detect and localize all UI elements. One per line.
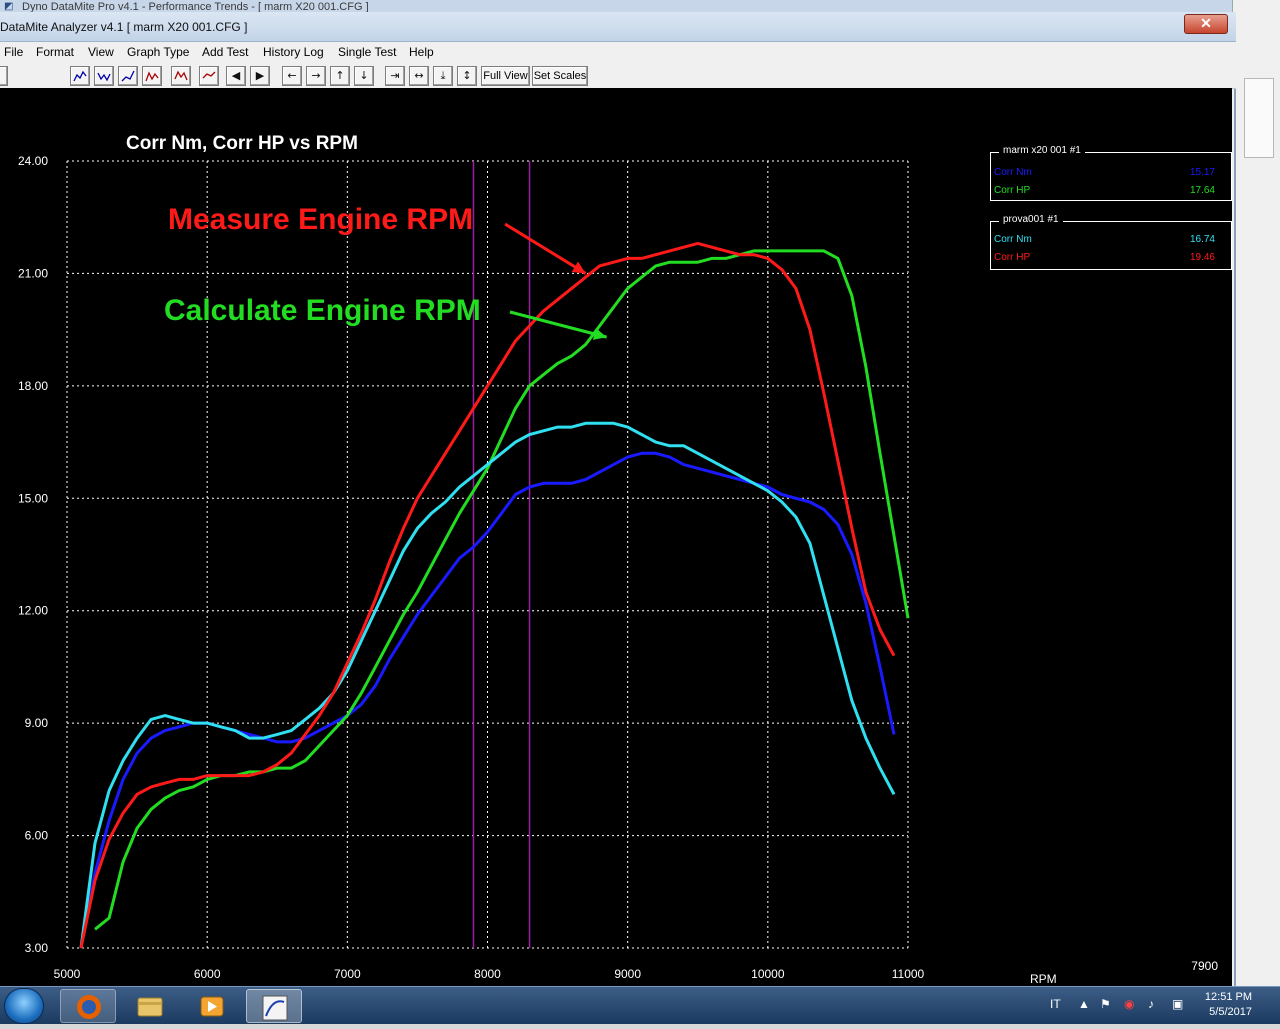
menu-view[interactable]: View [88, 45, 114, 59]
network-icon[interactable]: ▣ [1172, 997, 1183, 1011]
series-line [95, 251, 908, 929]
arrow-up-icon[interactable]: ↑ [330, 66, 350, 86]
arrow-right-icon[interactable]: → [306, 66, 326, 86]
menu-file[interactable]: File [4, 45, 23, 59]
clock-date: 5/5/2017 [1205, 1005, 1252, 1020]
expand-y-icon[interactable]: ↕ [457, 66, 477, 86]
x-tick-label: 10000 [751, 967, 785, 981]
window-title: DataMite Analyzer v4.1 [ marm X20 001.CF… [0, 20, 247, 34]
legend-row-label: Corr Nm [994, 234, 1032, 245]
taskbar-explorer[interactable] [122, 989, 178, 1023]
firefox-icon [61, 990, 117, 1024]
menu-history-log[interactable]: History Log [263, 45, 324, 59]
next-test-icon[interactable]: ▶ [250, 66, 270, 86]
y-tick-label: 6.00 [25, 829, 49, 843]
legend-row-value: 16.74 [1190, 234, 1215, 245]
cursor-readout-1: 7900 [1191, 959, 1218, 973]
compress-x-icon[interactable]: ⇥ [385, 66, 405, 86]
chart-grid [67, 161, 908, 948]
toolbar-partial-button[interactable] [0, 66, 8, 86]
legend-row-value: 17.64 [1190, 185, 1215, 196]
legend-row-value: 15.17 [1190, 167, 1215, 178]
taskbar-datamite[interactable] [246, 989, 302, 1023]
legend-test-1[interactable]: marm x20 001 #1 Corr Nm 15.17 Corr HP 17… [990, 152, 1232, 201]
chart-annotations: Measure Engine RPM Calculate Engine RPM [164, 203, 607, 340]
taskbar-firefox[interactable] [60, 989, 116, 1023]
cursor-lines [473, 161, 529, 948]
x-tick-label: 9000 [614, 967, 641, 981]
graph-6-icon[interactable] [199, 66, 219, 86]
menu-add-test[interactable]: Add Test [202, 45, 248, 59]
start-orb-icon[interactable] [4, 988, 44, 1024]
menu-graph-type[interactable]: Graph Type [127, 45, 189, 59]
graph-3-icon[interactable] [118, 66, 138, 86]
y-tick-label: 3.00 [25, 941, 49, 955]
legend-header: marm x20 001 #1 [999, 145, 1085, 156]
x-tick-label: 11000 [892, 967, 925, 981]
menu-format[interactable]: Format [36, 45, 74, 59]
annotation-text: Measure Engine RPM [168, 203, 473, 236]
desktop: ◩ Dyno DataMite Pro v4.1 - Performance T… [0, 0, 1280, 1024]
close-icon: ✕ [1200, 15, 1212, 31]
arrow-down-icon[interactable]: ↓ [354, 66, 374, 86]
taskbar: IT ▲ ⚑ ◉ ♪ ▣ 12:51 PM 5/5/2017 [0, 986, 1280, 1024]
set-scales-button[interactable]: Set Scales [532, 66, 588, 86]
legend-header: prova001 #1 [999, 214, 1063, 225]
language-indicator[interactable]: IT [1050, 997, 1061, 1011]
graph-2-icon[interactable] [94, 66, 114, 86]
menu-bar: File Format View Graph Type Add Test His… [0, 42, 1236, 63]
y-tick-label: 21.00 [18, 266, 48, 280]
toolbar: ◀ ▶ ← → ↑ ↓ ⇥ ↔ ⤓ ↕ Full View Set Scales [0, 63, 1236, 89]
clock-time: 12:51 PM [1205, 990, 1252, 1005]
annotation-arrow [505, 224, 586, 273]
tray-expand-icon[interactable]: ▲ [1078, 997, 1090, 1011]
graph-4-icon[interactable] [142, 66, 162, 86]
app-window: DataMite Analyzer v4.1 [ marm X20 001.CF… [0, 12, 1236, 986]
full-view-button[interactable]: Full View [481, 66, 530, 86]
media-player-icon [184, 989, 240, 1023]
legend-row-label: Corr HP [994, 185, 1030, 196]
x-tick-label: 7000 [334, 967, 361, 981]
x-axis-label: RPM [1030, 972, 1057, 986]
arrow-left-icon[interactable]: ← [282, 66, 302, 86]
expand-x-icon[interactable]: ↔ [409, 66, 429, 86]
volume-icon[interactable]: ♪ [1148, 997, 1154, 1011]
antivirus-icon[interactable]: ◉ [1124, 997, 1134, 1011]
menu-help[interactable]: Help [409, 45, 434, 59]
chart-series [81, 243, 908, 948]
y-tick-label: 24.00 [18, 154, 48, 168]
background-panel [1244, 78, 1274, 158]
datamite-icon [247, 990, 303, 1024]
clock[interactable]: 12:51 PM 5/5/2017 [1205, 990, 1252, 1020]
x-tick-label: 5000 [54, 967, 81, 981]
x-tick-label: 6000 [194, 967, 221, 981]
y-tick-label: 18.00 [18, 379, 48, 393]
legend-row-label: Corr Nm [994, 167, 1032, 178]
prev-test-icon[interactable]: ◀ [226, 66, 246, 86]
explorer-icon [122, 989, 178, 1023]
y-tick-label: 9.00 [25, 716, 49, 730]
y-tick-label: 15.00 [18, 491, 48, 505]
taskbar-media-player[interactable] [184, 989, 240, 1023]
background-window [1232, 0, 1280, 986]
compress-y-icon[interactable]: ⤓ [433, 66, 453, 86]
graph-1-icon[interactable] [70, 66, 90, 86]
graph-5-icon[interactable] [171, 66, 191, 86]
chart-title: Corr Nm, Corr HP vs RPM [126, 133, 358, 154]
x-tick-label: 8000 [474, 967, 501, 981]
action-center-icon[interactable]: ⚑ [1100, 997, 1111, 1011]
annotation-text: Calculate Engine RPM [164, 294, 481, 327]
plot-area[interactable]: Corr Nm, Corr HP vs RPM Measure Engine R… [0, 88, 1232, 998]
legend-test-2[interactable]: prova001 #1 Corr Nm 16.74 Corr HP 19.46 [990, 221, 1232, 270]
close-button[interactable]: ✕ [1184, 14, 1228, 34]
legend-row-value: 19.46 [1190, 252, 1215, 263]
legend-row-label: Corr HP [994, 252, 1030, 263]
menu-single-test[interactable]: Single Test [338, 45, 396, 59]
window-titlebar: DataMite Analyzer v4.1 [ marm X20 001.CF… [0, 12, 1236, 42]
y-tick-label: 12.00 [18, 604, 48, 618]
